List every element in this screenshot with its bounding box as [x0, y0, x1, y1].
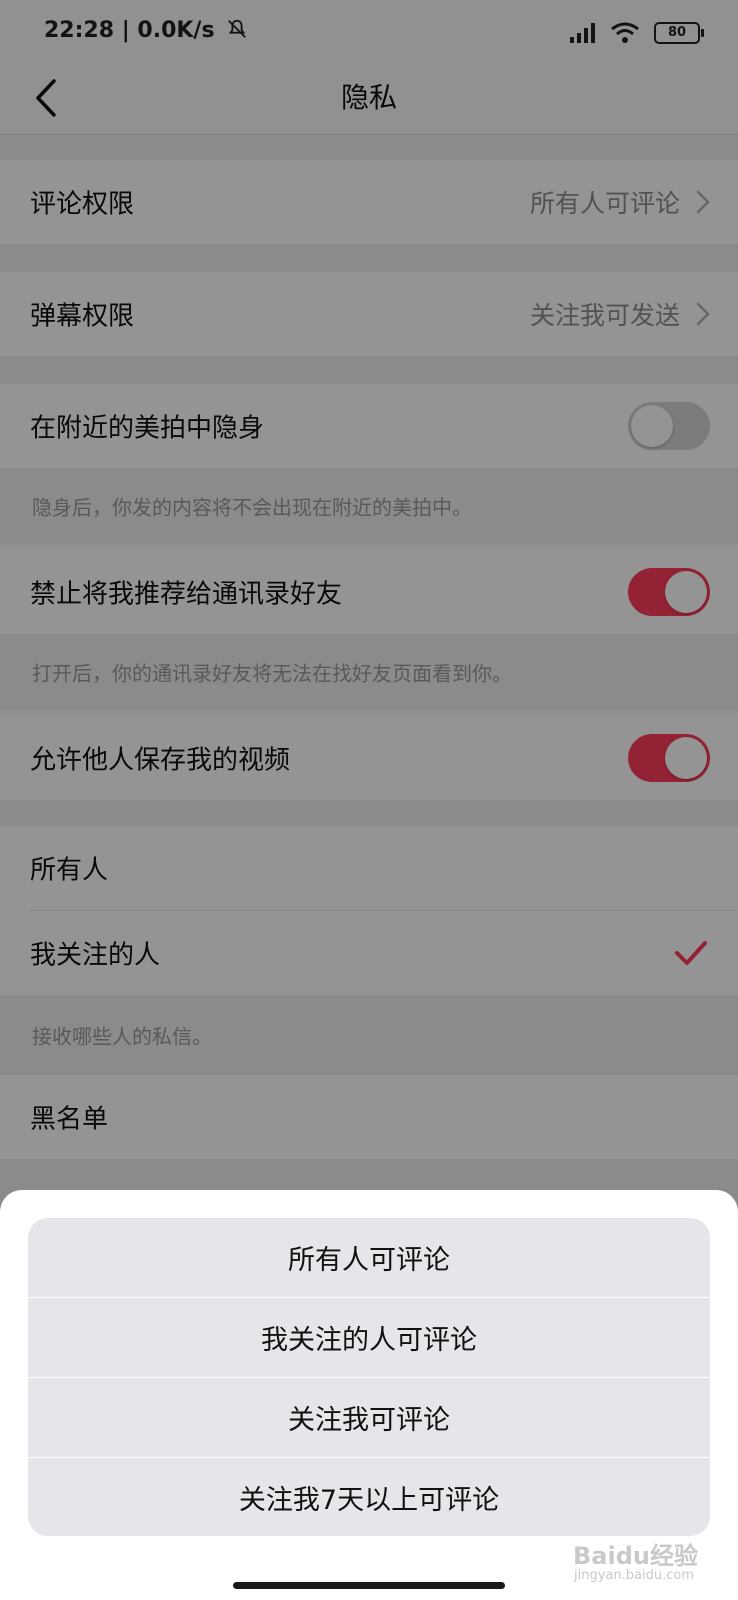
home-indicator[interactable] [233, 1582, 505, 1589]
action-option-my-followers[interactable]: 关注我可评论 [28, 1378, 710, 1458]
action-option-people-i-follow[interactable]: 我关注的人可评论 [28, 1298, 710, 1378]
action-option-followers-7-days[interactable]: 关注我7天以上可评论 [28, 1458, 710, 1536]
action-option-everyone[interactable]: 所有人可评论 [28, 1218, 710, 1298]
watermark-brand: Baidu经验 [573, 1542, 698, 1570]
watermark-url: jingyan.baidu.com [574, 1568, 694, 1583]
action-sheet-options: 所有人可评论 我关注的人可评论 关注我可评论 关注我7天以上可评论 [28, 1218, 710, 1536]
